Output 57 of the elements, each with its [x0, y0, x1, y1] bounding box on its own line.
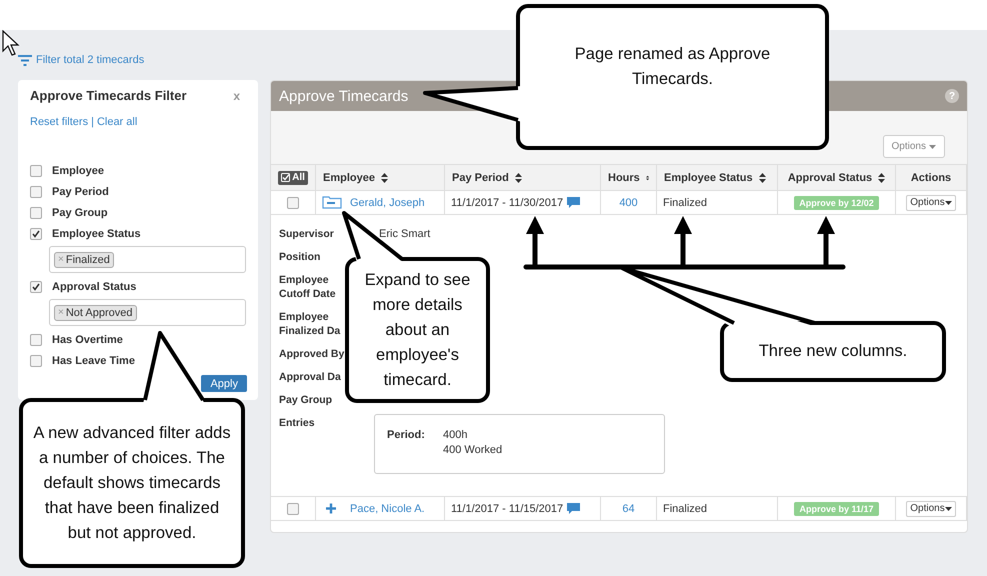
reset-filters-link[interactable]: Reset filters: [30, 116, 88, 128]
entry-line: 400 Worked: [443, 443, 504, 457]
employee-link[interactable]: Pace, Nicole A.: [350, 502, 425, 514]
filter-link[interactable]: Filter total 2 timecards: [18, 50, 144, 70]
tag-remove-icon[interactable]: ×: [58, 307, 64, 318]
detail-label: Supervisor: [279, 227, 335, 241]
apply-button[interactable]: Apply: [201, 375, 247, 392]
callout-text: Expand to see more details about an employee's timecard.: [364, 270, 472, 390]
entry-line: 400h: [443, 428, 468, 442]
pay-period: 11/1/2017 - 11/30/2017: [451, 196, 564, 208]
close-button[interactable]: x: [233, 88, 240, 102]
clear-all-link[interactable]: Clear all: [96, 116, 138, 128]
filter-option-label: Approval Status: [52, 280, 136, 292]
filter-option-label: Pay Group: [52, 206, 108, 218]
detail-label: Approved By: [279, 347, 346, 361]
filter-tag: × Finalized: [54, 252, 114, 268]
row-options-button[interactable]: Options: [906, 194, 956, 210]
employee-status: Finalized: [663, 502, 708, 514]
approval-status-badge: Approve by 11/17: [794, 502, 879, 516]
approval-status-badge: Approve by 12/02: [794, 196, 879, 210]
employee-status: Finalized: [663, 196, 708, 208]
filter-option-label: Has Overtime: [52, 334, 123, 346]
detail-label: Pay Group: [279, 393, 334, 407]
column-header[interactable]: Employee Status: [664, 172, 753, 184]
employee-link[interactable]: Gerald, Joseph: [350, 196, 425, 208]
hours-link[interactable]: 64: [622, 502, 635, 514]
period-label: Period:: [387, 428, 425, 442]
detail-value: Eric Smart: [379, 227, 432, 241]
filter-title: Approve Timecards Filter: [30, 88, 187, 103]
column-header[interactable]: Employee: [323, 172, 375, 184]
panel-title: Approve Timecards: [279, 88, 408, 104]
tag-remove-icon[interactable]: ×: [58, 254, 64, 265]
filter-option-label: Employee Status: [52, 228, 141, 240]
filter-option-label: Pay Period: [52, 186, 109, 198]
options-button[interactable]: Options: [882, 135, 945, 158]
callout-text: A new advanced filter adds a number of choices. The default shows timecards that have been finalized but not approved.: [33, 422, 231, 544]
filter-option-label: Employee: [52, 164, 104, 176]
detail-label: Approval Da: [279, 370, 342, 384]
detail-label: Position: [279, 250, 322, 264]
row-options-button[interactable]: Options: [906, 500, 956, 516]
hours-link[interactable]: 400: [619, 196, 638, 208]
column-header[interactable]: Hours: [608, 172, 640, 184]
separator: |: [91, 116, 94, 128]
column-header[interactable]: Approval Status: [788, 172, 872, 184]
callout-text: Three new columns.: [758, 341, 908, 362]
column-header[interactable]: Pay Period: [452, 172, 509, 184]
filter-option-label: Has Leave Time: [52, 354, 135, 366]
tag-input-field[interactable]: × Not Approved: [49, 299, 246, 326]
detail-label: Employee Cutoff Date: [279, 273, 337, 301]
pay-period: 11/1/2017 - 11/15/2017: [451, 502, 564, 514]
callout-text: Page renamed as Approve Timecards.: [574, 44, 772, 90]
detail-label: Employee Finalized Da: [279, 310, 342, 338]
column-header: Actions: [910, 172, 952, 184]
filter-tag: × Not Approved: [54, 304, 136, 320]
tag-input-field[interactable]: × Finalized: [49, 246, 246, 273]
select-all-button[interactable]: All: [278, 170, 308, 184]
detail-label: Entries: [279, 416, 316, 430]
